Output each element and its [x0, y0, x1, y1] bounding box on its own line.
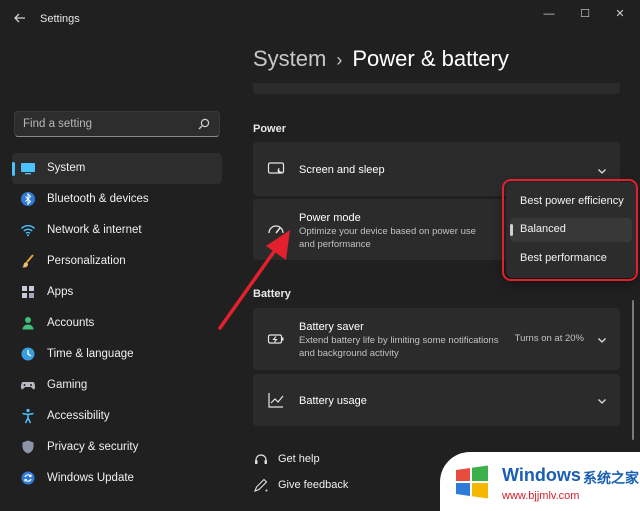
sidebar-item-label: Personalization: [47, 255, 126, 267]
help-icon: [253, 451, 269, 467]
highlight-outline: [502, 179, 638, 281]
screen-and-sleep-title: Screen and sleep: [299, 164, 385, 176]
battery-usage-card[interactable]: Battery usage: [253, 374, 620, 426]
sidebar-item-windows-update[interactable]: Windows Update: [12, 463, 222, 494]
person-icon: [20, 315, 36, 331]
sidebar-item-network[interactable]: Network & internet: [12, 215, 222, 246]
windows-logo-icon: [452, 462, 492, 502]
accessibility-icon: [20, 408, 36, 424]
shield-icon: [20, 439, 36, 455]
battery-usage-chart-icon: [267, 391, 285, 409]
previous-card-edge: [253, 83, 620, 94]
sidebar-item-label: Windows Update: [47, 472, 134, 484]
watermark-brand: Windows: [502, 465, 581, 485]
chevron-down-icon[interactable]: [596, 394, 608, 406]
globe-clock-icon: [20, 346, 36, 362]
sidebar-item-privacy[interactable]: Privacy & security: [12, 432, 222, 463]
watermark-url: www.bjjmlv.com: [502, 490, 580, 502]
scrollbar[interactable]: [632, 300, 634, 440]
app-title: Settings: [40, 13, 80, 25]
maximize-button[interactable]: ☐: [573, 6, 597, 22]
power-section-heading: Power: [253, 123, 287, 135]
sidebar-item-label: Accounts: [47, 317, 95, 329]
breadcrumb-system[interactable]: System: [253, 46, 326, 71]
sidebar-nav: System Bluetooth & devices Network & int…: [12, 153, 222, 494]
sidebar-item-apps[interactable]: Apps: [12, 277, 222, 308]
watermark: Windows 系统之家 www.bjjmlv.com: [440, 452, 640, 511]
get-help-label: Get help: [278, 453, 320, 465]
apps-grid-icon: [20, 284, 36, 300]
power-mode-title: Power mode: [299, 212, 361, 224]
chevron-down-icon[interactable]: [596, 164, 608, 176]
monitor-icon: [20, 160, 36, 176]
wifi-icon: [20, 222, 36, 238]
brush-icon: [20, 253, 36, 269]
battery-saver-card[interactable]: Battery saver Extend battery life by lim…: [253, 308, 620, 370]
sidebar-item-personalization[interactable]: Personalization: [12, 246, 222, 277]
watermark-brand-cn: 系统之家: [583, 470, 639, 486]
sidebar-item-label: Time & language: [47, 348, 134, 360]
battery-usage-title: Battery usage: [299, 395, 367, 407]
sidebar-item-label: Bluetooth & devices: [47, 193, 149, 205]
screen-sleep-icon: [267, 160, 285, 178]
sidebar-item-gaming[interactable]: Gaming: [12, 370, 222, 401]
minimize-button[interactable]: —: [537, 6, 561, 22]
title-bar: Settings — ☐ ✕: [0, 0, 640, 40]
sidebar-item-label: Apps: [47, 286, 74, 298]
sidebar-item-system[interactable]: System: [12, 153, 222, 184]
battery-saver-title: Battery saver: [299, 321, 364, 333]
sidebar-item-label: Network & internet: [47, 224, 142, 236]
battery-saver-description: Extend battery life by limiting some not…: [299, 335, 499, 359]
give-feedback-label: Give feedback: [278, 479, 349, 491]
annotation-arrow: [218, 230, 290, 330]
close-button[interactable]: ✕: [608, 6, 632, 22]
bluetooth-icon: [20, 191, 36, 207]
sidebar-item-accessibility[interactable]: Accessibility: [12, 401, 222, 432]
sidebar-item-label: Privacy & security: [47, 441, 139, 453]
page-title: System › Power & battery: [253, 46, 509, 72]
sidebar-item-label: Gaming: [47, 379, 88, 391]
get-help-link[interactable]: Get help: [253, 451, 453, 469]
search-input[interactable]: Find a setting: [23, 118, 92, 130]
give-feedback-link[interactable]: Give feedback: [253, 477, 453, 495]
feedback-icon: [253, 477, 269, 493]
sidebar-item-label: Accessibility: [47, 410, 110, 422]
sidebar-item-accounts[interactable]: Accounts: [12, 308, 222, 339]
sidebar-item-label: System: [47, 162, 86, 174]
sidebar-item-time-language[interactable]: Time & language: [12, 339, 222, 370]
sidebar-item-bluetooth[interactable]: Bluetooth & devices: [12, 184, 222, 215]
breadcrumb-current: Power & battery: [352, 46, 509, 71]
search-box[interactable]: Find a setting: [14, 111, 220, 137]
gamepad-icon: [20, 377, 36, 393]
search-icon: [197, 117, 211, 131]
chevron-down-icon[interactable]: [596, 333, 608, 345]
back-arrow-icon[interactable]: [10, 10, 30, 30]
update-icon: [20, 470, 36, 486]
breadcrumb-chevron-icon: ›: [336, 50, 343, 70]
battery-saver-status: Turns on at 20%: [514, 333, 584, 344]
power-mode-description: Optimize your device based on power use …: [299, 226, 476, 250]
